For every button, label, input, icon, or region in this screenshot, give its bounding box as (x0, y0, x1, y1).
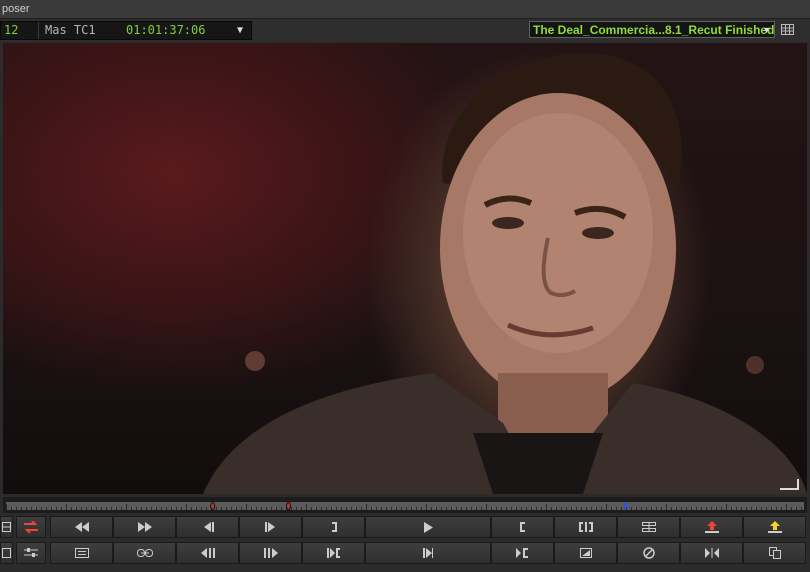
mark-in-button[interactable] (491, 516, 554, 538)
step-forward-button[interactable] (239, 542, 302, 564)
mark-clip-button[interactable] (554, 516, 617, 538)
clear-button[interactable] (617, 542, 680, 564)
go-to-next-button[interactable] (365, 542, 491, 564)
step-back-button[interactable] (176, 542, 239, 564)
square-icon (2, 548, 11, 558)
step-forward-icon (263, 548, 278, 558)
timecode-bar: 12 Mas TC1 01:01:37:06 ▼ The Deal_Commer… (0, 19, 810, 41)
toolbar-row-1 (0, 516, 810, 540)
step-back-frame-button[interactable] (176, 516, 239, 538)
position-indicator[interactable] (624, 502, 627, 510)
go-to-out-button[interactable] (302, 542, 365, 564)
trim-button[interactable] (680, 542, 743, 564)
timecode-value: 01:01:37:06 (126, 23, 206, 37)
sync-arrow-icon (24, 521, 38, 533)
timecode-display[interactable]: 12 Mas TC1 01:01:37:06 ▼ (0, 21, 252, 40)
locator-marker[interactable] (285, 502, 291, 510)
clear-icon (642, 547, 655, 559)
position-track[interactable] (6, 502, 804, 510)
extract-button[interactable] (743, 516, 806, 538)
video-frame (203, 52, 807, 494)
copy-icon (768, 547, 781, 559)
play-icon (423, 521, 433, 533)
grid-icon[interactable] (781, 24, 794, 35)
window-titlebar: poser (0, 0, 810, 19)
go-to-out-icon (326, 548, 340, 558)
track-number: 12 (4, 23, 19, 37)
toggle-source-button[interactable] (0, 516, 13, 538)
sequence-name: The Deal_Commercia...8.1_Recut Finished (533, 23, 775, 37)
sync-lock-button[interactable] (16, 516, 46, 538)
locator-marker[interactable] (210, 502, 216, 510)
position-bar[interactable] (3, 497, 807, 513)
chevron-down-icon[interactable]: ▼ (762, 22, 771, 37)
timecode-label: Mas TC1 (45, 23, 96, 37)
settings-button[interactable] (16, 542, 46, 564)
fast-forward-icon (137, 522, 152, 532)
lift-icon (704, 521, 719, 533)
toggle-record-button[interactable] (0, 542, 13, 564)
go-to-in-button[interactable] (491, 542, 554, 564)
resize-corner-icon[interactable] (779, 478, 799, 490)
list-icon (74, 548, 89, 558)
sequence-name-menu[interactable]: The Deal_Commercia...8.1_Recut Finished … (529, 21, 775, 38)
sliders-icon (24, 548, 38, 557)
list-button[interactable] (50, 542, 113, 564)
window-title: poser (2, 3, 30, 15)
timecode-divider (38, 22, 39, 39)
split-icon (2, 522, 11, 532)
fast-forward-button[interactable] (113, 516, 176, 538)
mark-out-button[interactable] (302, 516, 365, 538)
lift-button[interactable] (680, 516, 743, 538)
position-track-marks (6, 502, 802, 510)
step-forward-frame-icon (264, 522, 275, 532)
mark-out-icon (331, 522, 337, 532)
step-forward-frame-button[interactable] (239, 516, 302, 538)
link-icon (136, 549, 153, 557)
toolbar-row-2 (0, 542, 810, 566)
video-viewer[interactable] (3, 43, 807, 494)
add-edit-button[interactable] (617, 516, 680, 538)
extract-icon (767, 521, 782, 533)
trim-icon (704, 548, 719, 558)
link-button[interactable] (113, 542, 176, 564)
rewind-icon (74, 522, 89, 532)
mark-in-icon (519, 522, 525, 532)
go-to-next-icon (423, 548, 433, 558)
rewind-button[interactable] (50, 516, 113, 538)
match-frame-icon (579, 548, 592, 558)
play-button[interactable] (365, 516, 491, 538)
match-frame-button[interactable] (554, 542, 617, 564)
add-edit-icon (641, 522, 656, 532)
step-back-frame-icon (203, 522, 214, 532)
chevron-down-icon[interactable]: ▼ (237, 22, 243, 39)
step-back-icon (200, 548, 215, 558)
go-to-in-icon (515, 548, 528, 558)
mark-clip-icon (578, 522, 593, 532)
copy-button[interactable] (743, 542, 806, 564)
